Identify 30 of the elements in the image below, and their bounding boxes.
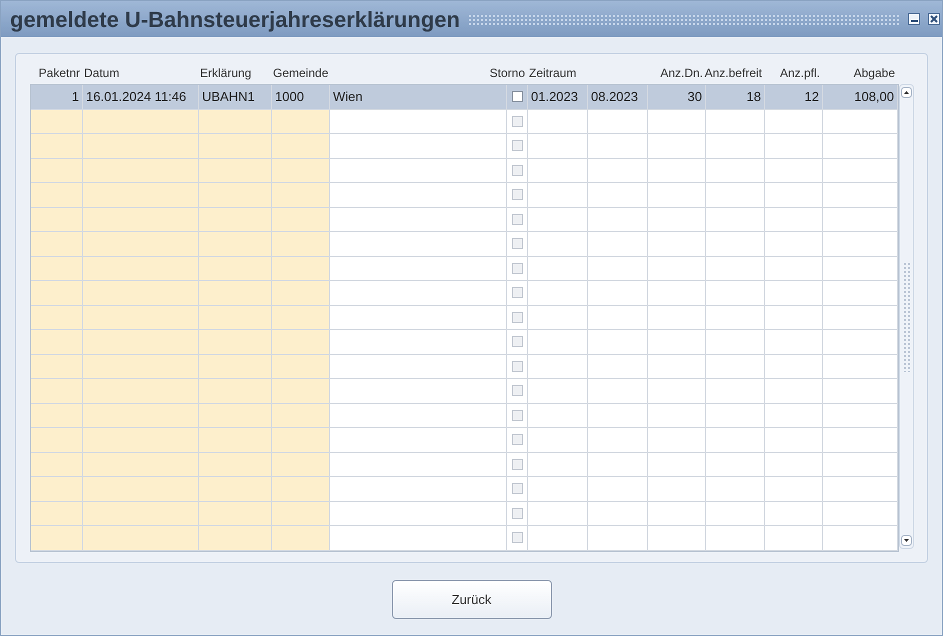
table-cell-text: 1 [72,88,79,106]
table-cell-text: 108,00 [854,88,894,106]
column-header[interactable]: Erklärung [200,64,252,82]
table-cell-text: 12 [804,88,819,106]
table-cell-text: UBAHN1 [202,88,255,106]
table-cell-text: 08.2023 [591,88,638,106]
column-header[interactable]: Storno [490,64,525,82]
table-cell-text: 18 [746,88,761,106]
scroll-down-icon[interactable] [901,535,912,546]
scroll-up-icon[interactable] [901,87,912,98]
column-header[interactable]: Zeitraum [529,64,576,82]
table-cell-text: 16.01.2024 11:46 [86,88,186,106]
close-button[interactable] [928,13,940,25]
column-header[interactable]: Paketnr [38,64,80,82]
column-header[interactable]: Gemeinde [273,64,328,82]
table-cell-text: 01.2023 [531,88,578,106]
column-header[interactable]: Anz.befreit [704,64,762,82]
table-cell-text: 30 [688,88,702,106]
table-row[interactable]: 1 16.01.2024 11:46 UBAHN1 1000 Wien 01.2023 08.2023 30 18 12 108,00 [31,85,898,110]
table-cell-text: 1000 [275,88,304,106]
column-header[interactable]: Abgabe [854,64,895,82]
checkbox[interactable] [512,91,522,102]
column-header[interactable]: Datum [84,64,120,82]
scroll-grip[interactable] [902,262,910,372]
table-cell-text: Wien [333,88,363,106]
minimize-button[interactable] [908,13,920,25]
window-title: gemeldete U-Bahnsteuerjahreserklärungen [10,6,460,34]
back-button[interactable]: Zurück [392,580,552,619]
column-header[interactable]: Anz.pfl. [780,64,820,82]
column-header[interactable]: Anz.Dn. [660,64,703,82]
